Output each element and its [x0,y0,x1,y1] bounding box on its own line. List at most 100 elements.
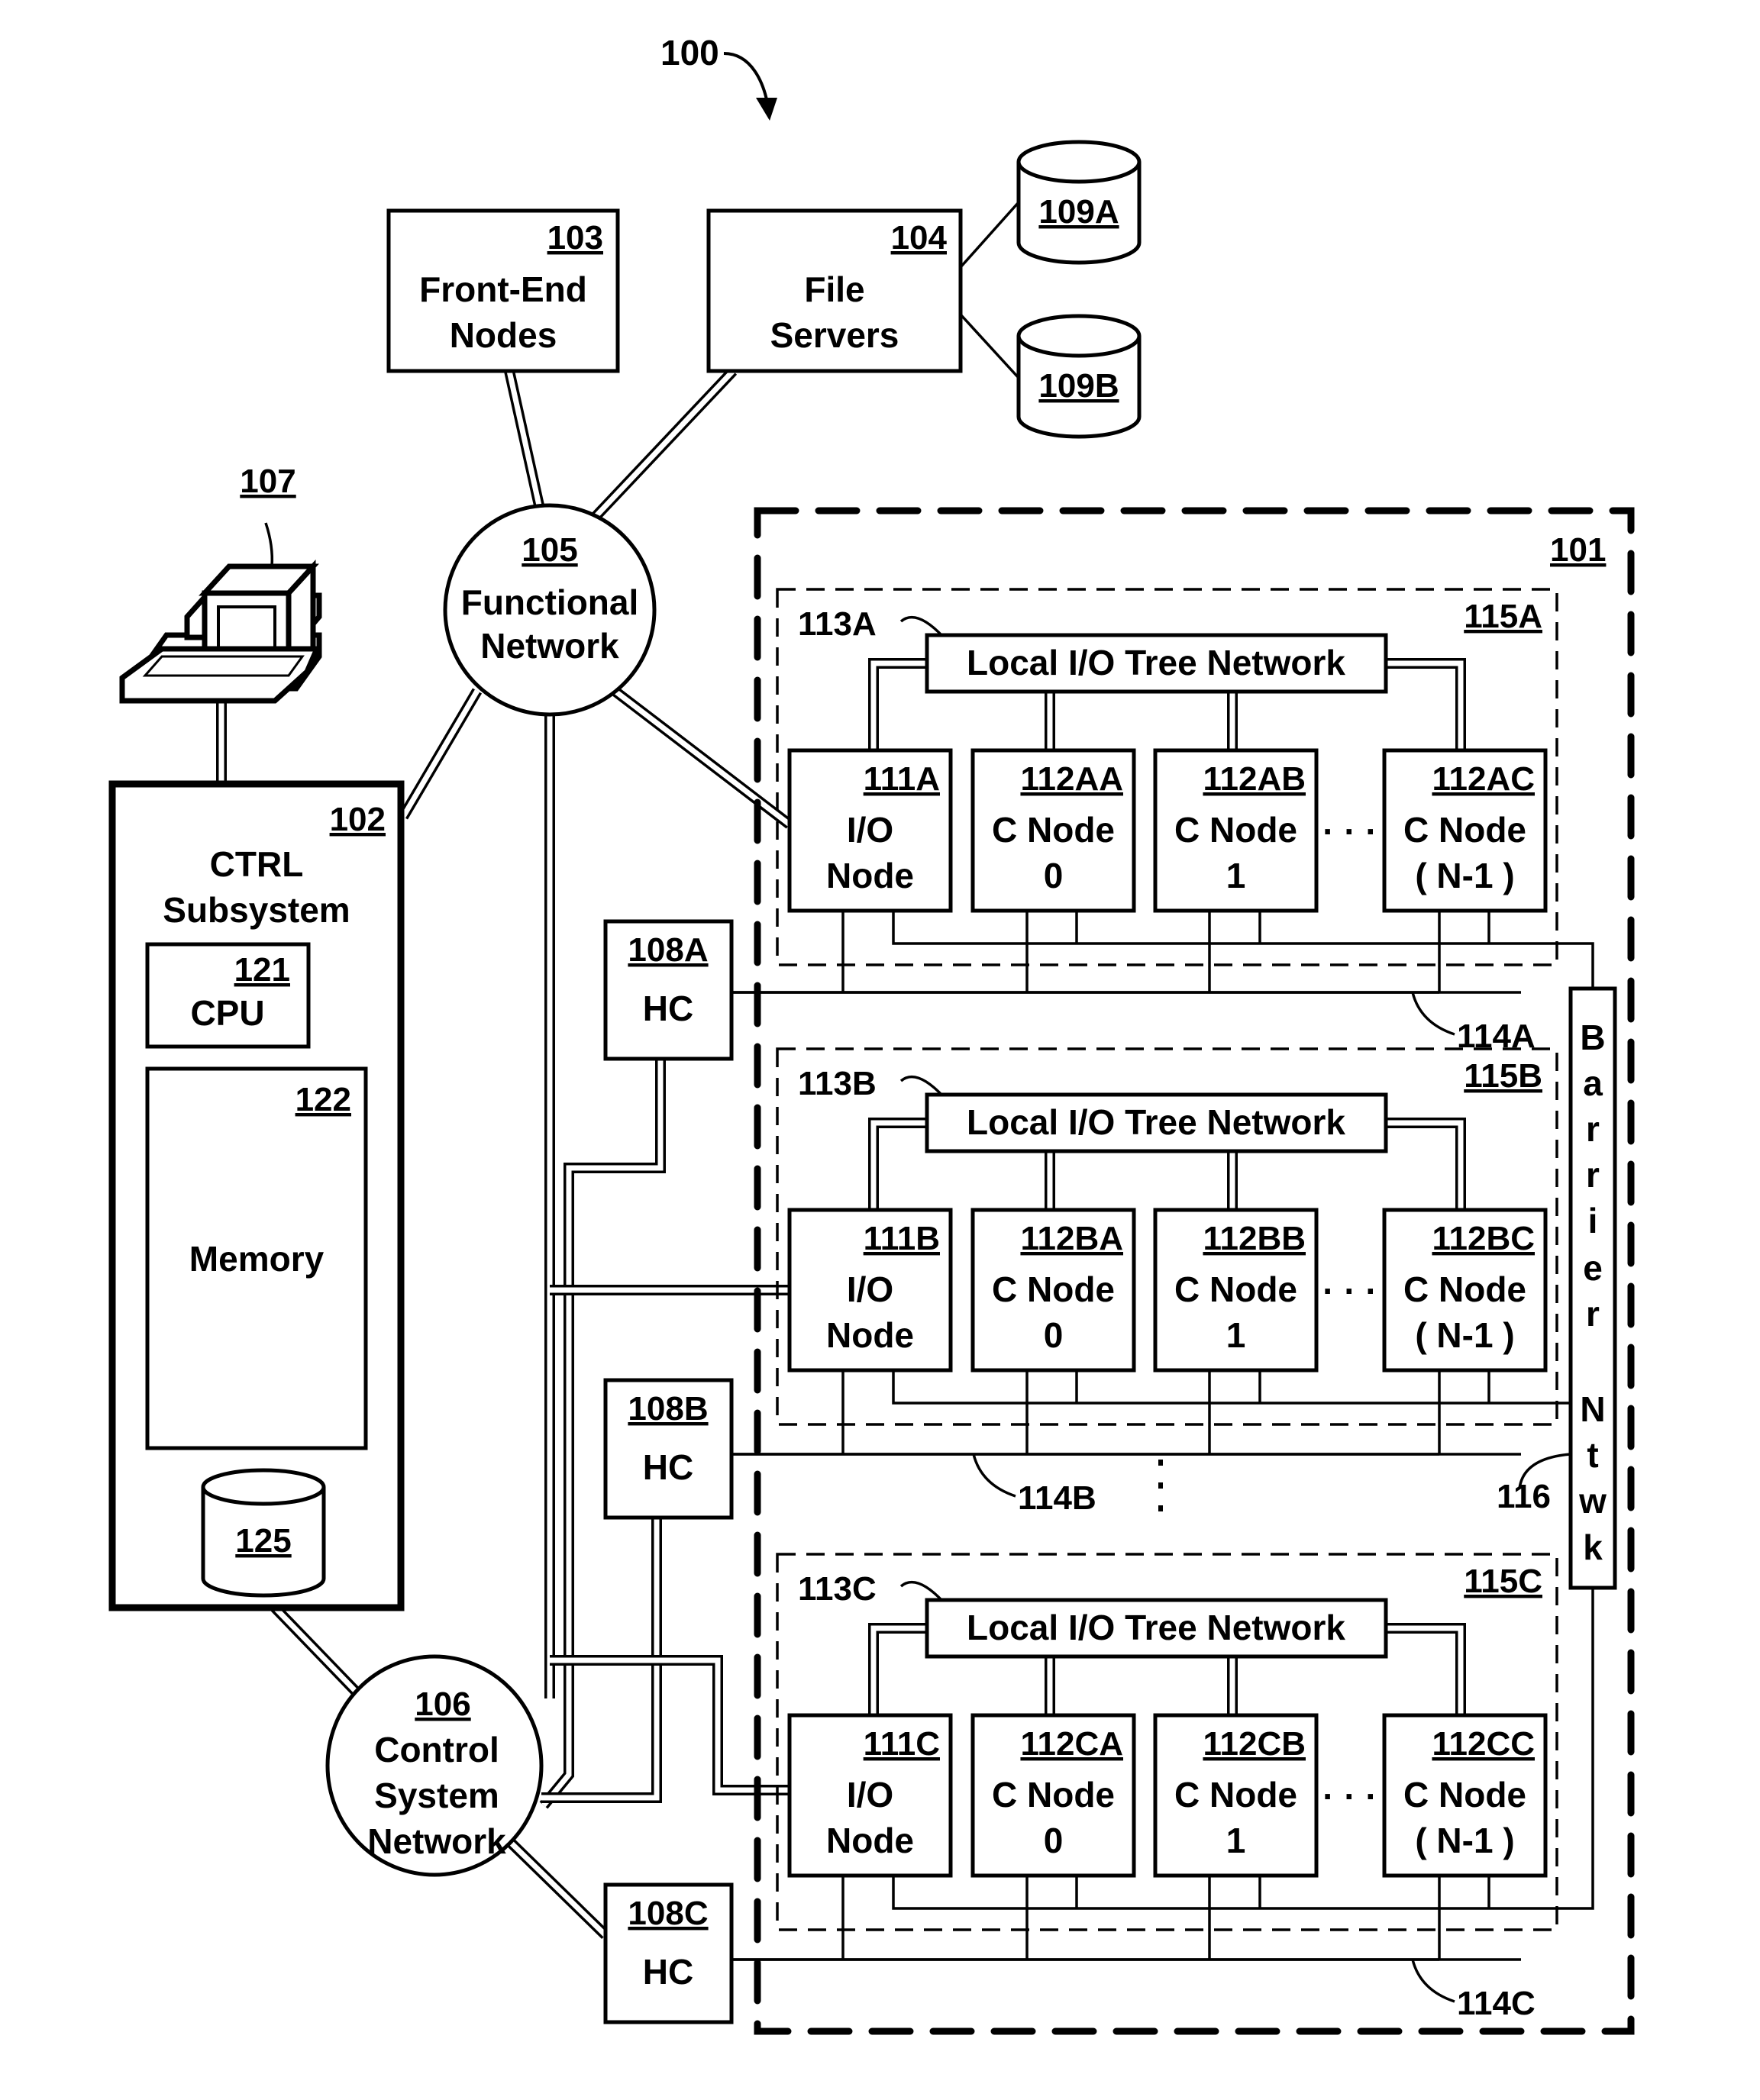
node-ref: 112AA [1020,760,1123,798]
system-diagram: 100 1 0 1 103 Front-End Nodes 104 File Ser… [108,33,1635,2035]
barrier-letter: a [1583,1063,1603,1103]
node-ref: 112CB [1203,1725,1306,1763]
cpu-box[interactable]: 121 CPU [145,942,311,1049]
continuation-dots [1158,1460,1163,1511]
hc-ref: 108C [628,1895,708,1932]
node-label-2: 1 [1226,1315,1246,1355]
bus-ref: 114A [1457,1018,1536,1055]
file-servers-ref: 104 [891,219,948,256]
hardware-controller-108a[interactable]: 108A HC [603,919,734,1061]
compute-node[interactable]: 112CB C Node 1 [1153,1713,1319,1878]
node-ref: 112BA [1020,1220,1123,1257]
rack-115a: 115A 113A Local I/O Tree Network 111A I/O Nod… [731,588,1594,1055]
hc-ref: 108B [628,1390,708,1427]
bus-ref: 114C [1457,1985,1536,2022]
hc-label: HC [643,989,693,1028]
barrier-letter: w [1578,1481,1607,1521]
node-ref: 112CA [1020,1725,1123,1763]
bus-ref: 114B [1018,1479,1096,1517]
hardware-controller-108c[interactable]: 108C HC [603,1882,734,2024]
node-label-1: C Node [1174,1269,1297,1309]
node-buses [731,911,1594,994]
compute-node[interactable]: 112AC C Node ( N-1 ) [1382,748,1548,913]
node-ref: 111A [864,760,940,798]
local-io-tree-network[interactable]: Local I/O Tree Network [925,1598,1388,1659]
local-io-tree-network[interactable]: Local I/O Tree Network [925,633,1388,694]
cpu-ref: 121 [234,951,290,989]
barrier-letter: k [1583,1527,1603,1567]
memory-box[interactable]: 122 Memory [145,1066,368,1450]
racks: 115A 113A Local I/O Tree Network 111A I/O Nod… [731,588,1594,2022]
control-network-node[interactable]: 106 Control System Network [325,1654,544,1877]
storage-109b-ref: 109B [1038,367,1119,405]
figure-ref-arrow [723,52,769,104]
node-label-2: ( N-1 ) [1415,856,1514,895]
node-label-2: 0 [1044,856,1064,895]
file-servers-box[interactable]: 104 File Servers [706,208,963,373]
barrier-network-box[interactable]: BarrierNtwk [1568,986,1617,1590]
node-label-1: C Node [1174,810,1297,850]
node-label-2: 1 [1226,1821,1246,1860]
bus-ref-leader [1411,1959,1455,2003]
tree-ref: 113B [798,1065,877,1102]
node-label-2: Node [826,1821,914,1860]
io-node[interactable]: 111B I/O Node [787,1208,953,1373]
control-network-ref: 106 [415,1685,470,1723]
local-io-tree-network[interactable]: Local I/O Tree Network [925,1092,1388,1153]
hardware-controller-108b[interactable]: 108B HC [603,1378,734,1520]
node-label-1: C Node [992,1775,1115,1815]
node-ref: 112AB [1203,760,1306,798]
io-node[interactable]: 111A I/O Node [787,748,953,913]
barrier-letter: r [1586,1109,1600,1149]
more-nodes-ellipsis: · · · [1322,811,1377,851]
compute-node[interactable]: 112AB C Node 1 [1153,748,1319,913]
rack-115b: 115B 113B Local I/O Tree Network 111B I/O Nod… [731,1047,1593,1517]
node-ref: 111B [864,1220,940,1257]
storage-109a-ref: 109A [1038,193,1119,231]
node-label-1: C Node [1403,810,1526,850]
tree-label: Local I/O Tree Network [967,643,1345,682]
barrier-letter: N [1580,1389,1605,1429]
node-label-1: C Node [1403,1775,1526,1815]
tree-ref: 113C [798,1570,877,1608]
memory-label: Memory [189,1239,325,1279]
functional-network-ref: 105 [522,531,577,569]
node-ref: 112CC [1432,1725,1535,1763]
storage-109b-icon[interactable]: 109B [1016,314,1142,439]
barrier-letter: B [1580,1018,1605,1057]
node-label-2: ( N-1 ) [1415,1315,1514,1355]
compute-node[interactable]: 112BA C Node 0 [970,1208,1136,1373]
node-label-2: Node [826,1315,914,1355]
node-label-1: C Node [992,810,1115,850]
node-label-1: I/O [847,1269,893,1309]
storage-109a-icon[interactable]: 109A [1016,140,1142,265]
node-ref: 112AC [1432,760,1535,798]
control-network-label-3: Network [367,1821,506,1861]
front-end-nodes-box[interactable]: 103 Front-End Nodes [386,208,620,373]
compute-node[interactable]: 112CA C Node 0 [970,1713,1136,1878]
cpu-label: CPU [190,993,264,1033]
terminal-computer-icon[interactable]: 107 [119,463,322,704]
bus-ref-leader [1411,992,1455,1036]
barrier-network-ref: 116 [1497,1478,1551,1515]
barrier-letter: i [1588,1201,1598,1240]
rack-115c: 115C 113C Local I/O Tree Network 111C I/O Nod… [731,1553,1594,2022]
rack-ref: 115C [1464,1563,1542,1600]
rack-ref: 115A [1464,598,1542,635]
arrowhead-icon [756,98,777,121]
file-servers-label-1: File [804,269,864,309]
terminal-ref: 107 [240,463,295,500]
figure-ref-label: 100 [660,33,719,73]
compute-node[interactable]: 112BB C Node 1 [1153,1208,1319,1373]
functional-network-node[interactable]: 105 Functional Network [443,503,657,717]
node-label-2: 0 [1044,1821,1064,1860]
functional-network-label-1: Functional [461,582,639,622]
tree-label: Local I/O Tree Network [967,1102,1345,1142]
compute-node[interactable]: 112BC C Node ( N-1 ) [1382,1208,1548,1373]
compute-node[interactable]: 112AA C Node 0 [970,748,1136,913]
ctrl-storage-icon[interactable]: 125 [201,1468,326,1598]
compute-node[interactable]: 112CC C Node ( N-1 ) [1382,1713,1548,1878]
barrier-letter: r [1586,1294,1600,1334]
node-label-2: 0 [1044,1315,1064,1355]
io-node[interactable]: 111C I/O Node [787,1713,953,1878]
